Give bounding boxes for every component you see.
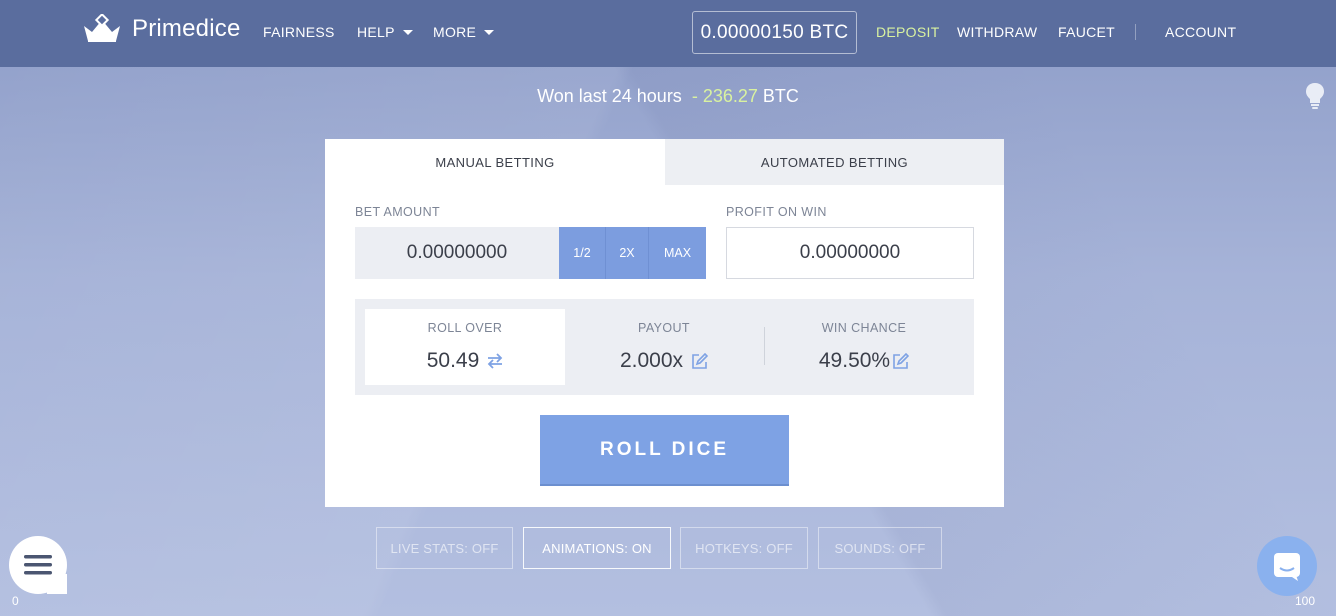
dice-stats-panel: ROLL OVER 50.49 PAYOUT 2.000x WIN CHANCE… xyxy=(355,299,974,395)
crown-logo-icon xyxy=(84,14,120,42)
bet-amount-input[interactable]: 0.00000000 xyxy=(355,227,559,279)
won-amount: 236.27 xyxy=(702,86,758,106)
balance-display[interactable]: 0.00000150 BTC xyxy=(692,11,857,54)
nav-divider xyxy=(1135,24,1136,40)
sounds-toggle[interactable]: SOUNDS: OFF xyxy=(818,527,942,569)
edit-icon[interactable] xyxy=(892,352,910,370)
roll-over-value: 50.49 xyxy=(426,349,480,372)
double-bet-button[interactable]: 2X xyxy=(606,227,649,279)
won-last-24h: Won last 24 hours - 236.27 BTC xyxy=(0,86,1336,107)
roll-over-value-row: 50.49 xyxy=(365,349,565,373)
nav-account[interactable]: ACCOUNT xyxy=(1165,24,1236,40)
nav-withdraw[interactable]: WITHDRAW xyxy=(957,24,1037,40)
support-chat-button[interactable] xyxy=(1257,536,1317,596)
animations-toggle[interactable]: ANIMATIONS: ON xyxy=(523,527,671,569)
live-stats-toggle[interactable]: LIVE STATS: OFF xyxy=(376,527,513,569)
payout-value: 2.000x xyxy=(619,349,684,372)
swap-arrows-icon xyxy=(488,353,503,369)
hamburger-menu-icon xyxy=(24,555,52,575)
slider-min-label: 0 xyxy=(12,594,19,608)
logo[interactable]: Primedice xyxy=(80,14,241,44)
nav-more-dropdown[interactable]: MORE xyxy=(433,24,495,40)
win-chance-label: WIN CHANCE xyxy=(821,321,907,335)
chevron-down-icon xyxy=(484,29,495,35)
slider-max-label: 100 xyxy=(1295,594,1316,608)
hotkeys-toggle[interactable]: HOTKEYS: OFF xyxy=(680,527,808,569)
won-currency: BTC xyxy=(762,86,799,106)
nav-faucet[interactable]: FAUCET xyxy=(1058,24,1115,40)
nav-fairness-label: FAIRNESS xyxy=(263,24,335,40)
won-label: Won last 24 hours xyxy=(537,86,682,106)
nav-fairness[interactable]: FAIRNESS xyxy=(263,24,335,40)
nav-help-dropdown[interactable]: HELP xyxy=(357,24,413,40)
roll-dice-button[interactable]: ROLL DICE xyxy=(540,415,789,486)
payout-label: PAYOUT xyxy=(638,321,690,335)
nav-more-label: MORE xyxy=(433,24,477,40)
win-chance-value: 49.50% xyxy=(818,349,891,372)
nav-deposit[interactable]: DEPOSIT xyxy=(876,24,940,40)
max-bet-button[interactable]: MAX xyxy=(649,227,706,279)
menu-chat-button[interactable] xyxy=(9,536,67,594)
payout-value-row[interactable]: 2.000x xyxy=(564,349,764,373)
profit-on-win-label: PROFIT ON WIN xyxy=(726,205,827,219)
betting-card: MANUAL BETTING AUTOMATED BETTING BET AMO… xyxy=(325,139,1004,507)
nav-help-label: HELP xyxy=(357,24,395,40)
profit-on-win-input[interactable]: 0.00000000 xyxy=(726,227,974,279)
lightbulb-icon[interactable] xyxy=(1305,82,1325,115)
bet-amount-label: BET AMOUNT xyxy=(355,205,441,219)
tab-automated-betting[interactable]: AUTOMATED BETTING xyxy=(665,139,1004,185)
logo-text: Primedice xyxy=(132,15,241,42)
chevron-down-icon xyxy=(402,29,413,35)
top-navigation-bar: Primedice FAIRNESS HELP MORE 0.00000150 … xyxy=(0,0,1336,67)
chat-bubble-tail xyxy=(47,574,67,594)
half-bet-button[interactable]: 1/2 xyxy=(559,227,606,279)
edit-icon[interactable] xyxy=(691,352,709,370)
roll-over-toggle[interactable]: ROLL OVER 50.49 xyxy=(365,309,565,385)
won-dash: - xyxy=(691,86,698,106)
roll-over-label: ROLL OVER xyxy=(427,321,503,335)
chat-icon xyxy=(1274,553,1300,581)
win-chance-value-row[interactable]: 49.50% xyxy=(764,349,964,373)
tab-manual-betting[interactable]: MANUAL BETTING xyxy=(325,139,665,185)
